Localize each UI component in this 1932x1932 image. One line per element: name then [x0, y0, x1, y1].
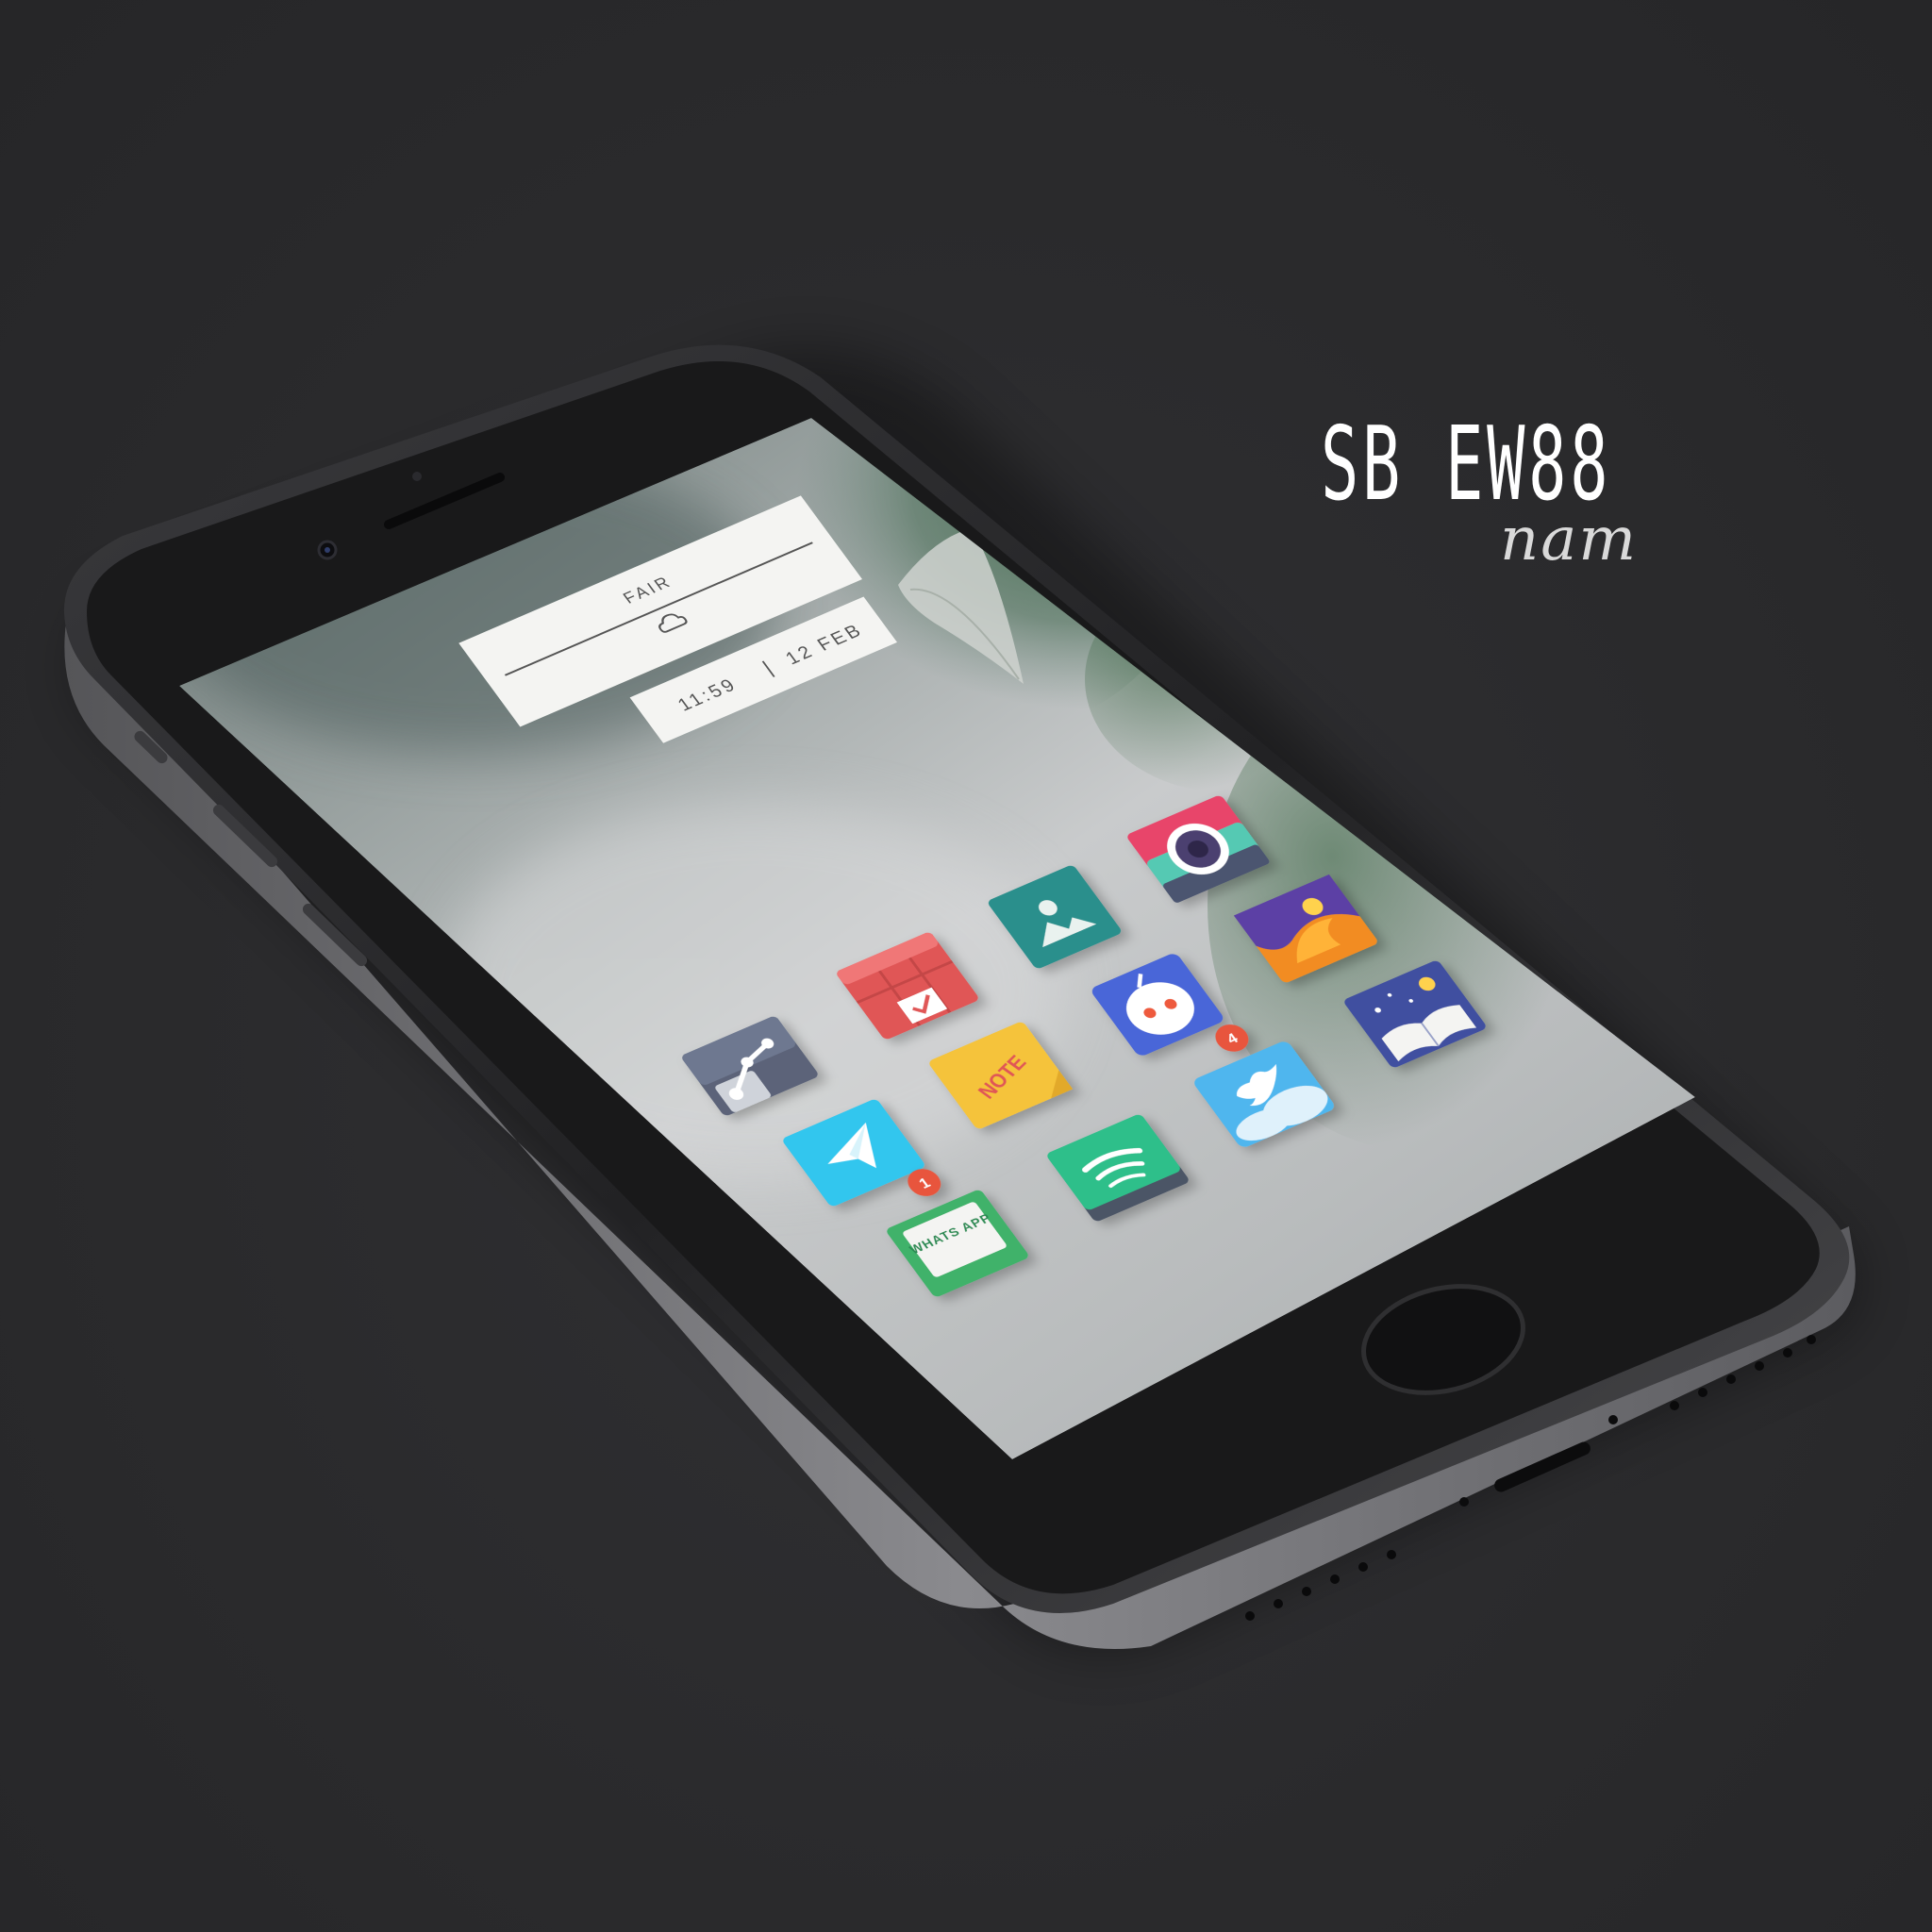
stage: SB EW88 nam FAIR 11:59 | 12 FEB NOTE 4 W… — [0, 0, 1932, 1932]
proximity-sensor — [412, 472, 422, 481]
phone-illustration: FAIR 11:59 | 12 FEB NOTE 4 WHATS APP 1 — [63, 344, 1859, 1653]
